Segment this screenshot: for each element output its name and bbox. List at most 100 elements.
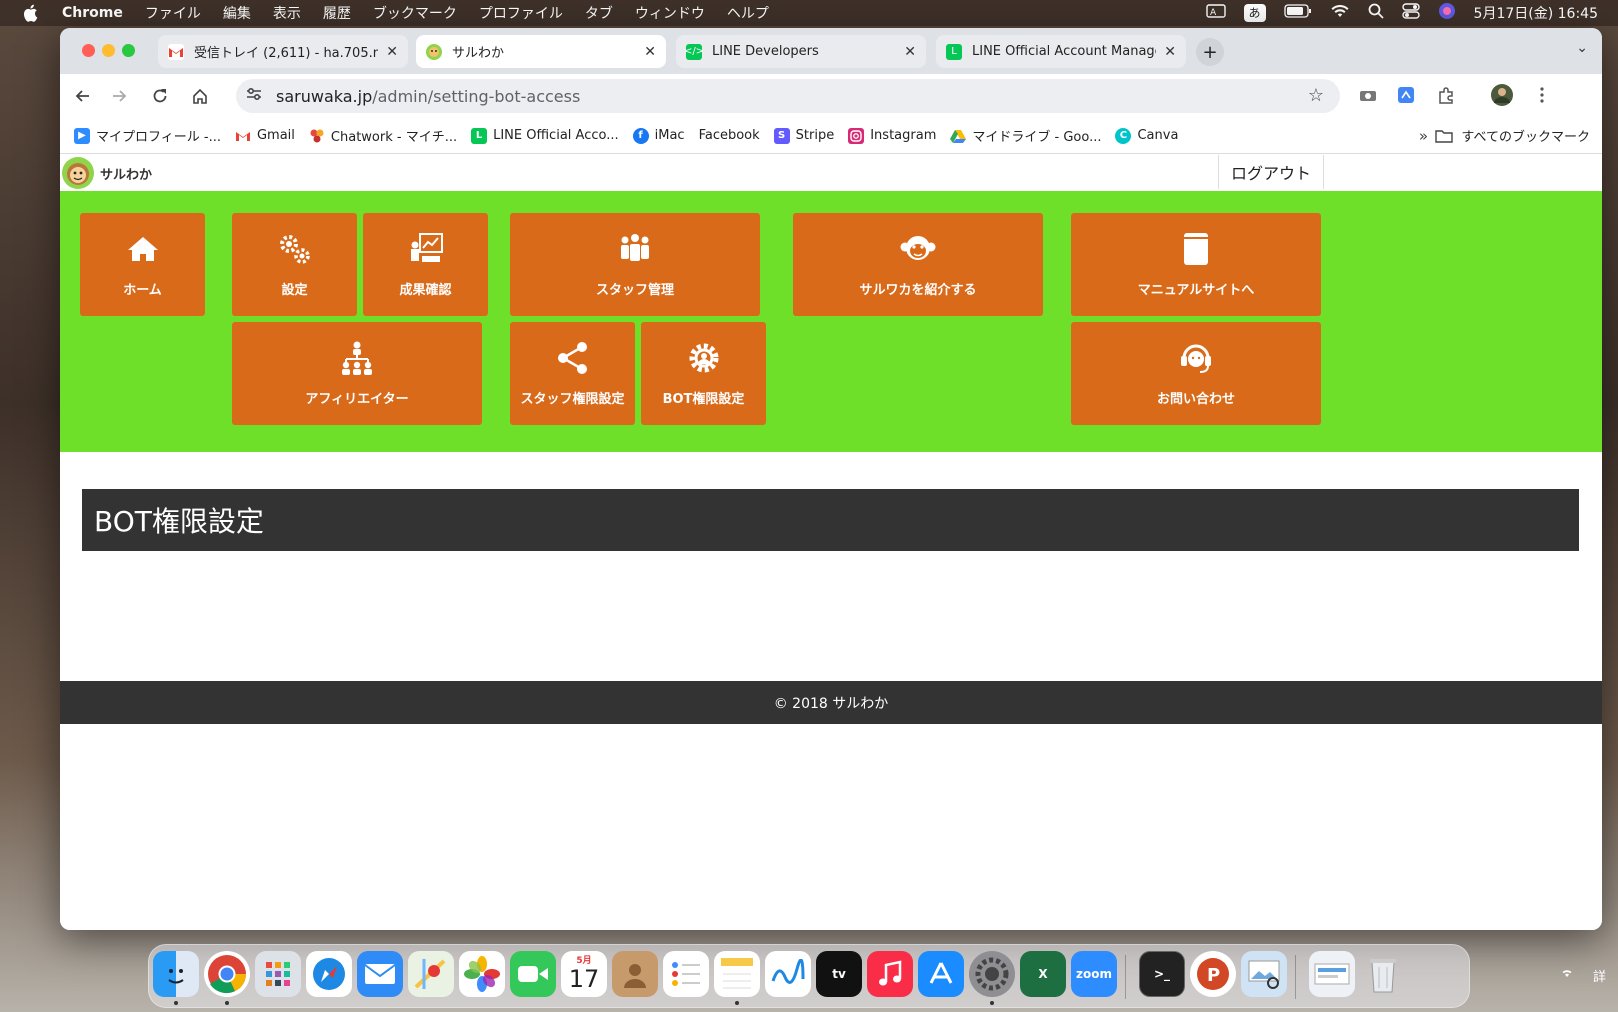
tab-close-icon[interactable]: ✕ [644,44,656,60]
bookmark-google-drive[interactable]: マイドライブ - Goo... [950,126,1101,145]
tab-close-icon[interactable]: ✕ [386,44,398,60]
safari-icon[interactable] [306,951,352,997]
nav-tile-contact[interactable]: お問い合わせ [1071,322,1321,425]
nav-tile-affiliate[interactable]: アフィリエイター [232,322,482,425]
nav-tile-manual[interactable]: マニュアルサイトへ [1071,213,1321,316]
tab-saruwaka[interactable]: サルわか ✕ [416,35,666,68]
menu-view[interactable]: 表示 [273,3,301,23]
menu-window[interactable]: ウィンドウ [635,3,705,23]
new-tab-button[interactable]: + [1196,38,1224,66]
window-close-button[interactable] [82,44,95,57]
site-logo[interactable]: サルわか [62,157,152,189]
nav-tile-staff-permission[interactable]: スタッフ権限設定 [510,322,635,425]
menu-profile[interactable]: プロファイル [479,3,563,23]
preview-icon[interactable] [1241,951,1287,997]
spotlight-search-icon[interactable] [1368,3,1384,23]
excel-icon[interactable]: X [1020,951,1066,997]
reminders-icon[interactable] [663,951,709,997]
nav-tile-staff[interactable]: スタッフ管理 [510,213,760,316]
apple-tv-icon[interactable]: tv [816,951,862,997]
photos-icon[interactable] [459,951,505,997]
zoom-icon[interactable]: zoom [1071,951,1117,997]
address-bar[interactable]: saruwaka.jp/admin/setting-bot-access ☆ [236,79,1340,113]
bookmark-instagram[interactable]: Instagram [848,127,936,144]
bookmark-gmail[interactable]: Gmail [234,127,295,144]
terminal-icon[interactable]: >_ [1139,951,1185,997]
keyboard-indicator-icon[interactable]: A [1205,4,1226,22]
mail-icon[interactable] [357,951,403,997]
music-icon[interactable] [867,951,913,997]
bookmark-canva[interactable]: C Canva [1115,127,1178,144]
bookmark-chatwork[interactable]: Chatwork - マイチ... [308,126,457,145]
tab-close-icon[interactable]: ✕ [1164,44,1176,60]
logout-button[interactable]: ログアウト [1218,155,1324,189]
trash-icon[interactable] [1360,951,1406,997]
running-indicator [225,1001,229,1005]
bookmark-label: Facebook [698,128,760,143]
screenshot-camera-icon[interactable] [1356,83,1380,107]
instagram-icon [848,127,865,144]
app-store-icon[interactable] [918,951,964,997]
powerpoint-icon[interactable]: P [1190,951,1236,997]
system-settings-icon[interactable] [969,951,1015,997]
nav-tile-home[interactable]: ホーム [80,213,205,316]
chrome-window: 受信トレイ (2,611) - ha.705.na ✕ サルわか ✕ </> L… [60,28,1602,930]
profile-avatar[interactable] [1490,83,1514,107]
facetime-icon[interactable] [510,951,556,997]
nav-tile-label: BOT権限設定 [662,392,745,407]
home-button[interactable] [186,82,214,110]
menu-help[interactable]: ヘルプ [727,3,769,23]
nav-tile-introduce[interactable]: サルワカを紹介する [793,213,1043,316]
chrome-icon[interactable] [204,951,250,997]
tab-line-official-account[interactable]: L LINE Official Account Manage ✕ [936,35,1186,68]
extensions-puzzle-icon[interactable] [1434,83,1458,107]
tab-close-icon[interactable]: ✕ [904,44,916,60]
bookmark-line-official[interactable]: L LINE Official Acco... [471,127,619,144]
apple-menu-icon[interactable] [22,3,42,23]
launchpad-icon[interactable] [255,951,301,997]
all-bookmarks-folder[interactable]: すべてのブックマーク [1435,126,1590,145]
menu-history[interactable]: 履歴 [323,3,351,23]
menu-file[interactable]: ファイル [145,3,201,23]
extension-translate-icon[interactable] [1394,83,1418,107]
bookmark-imac[interactable]: f iMac [632,127,685,144]
contacts-icon[interactable] [612,951,658,997]
site-info-icon[interactable] [246,87,266,105]
bookmark-my-profile[interactable]: ▶ マイプロフィール -... [74,126,221,145]
tab-search-chevron-icon[interactable]: ⌄ [1576,40,1588,56]
bookmark-stripe[interactable]: S Stripe [773,127,835,144]
forward-button[interactable] [106,82,134,110]
window-zoom-button[interactable] [122,44,135,57]
tab-gmail[interactable]: 受信トレイ (2,611) - ha.705.na ✕ [158,35,408,68]
tab-line-developers[interactable]: </> LINE Developers ✕ [676,35,926,68]
wifi-icon[interactable] [1330,4,1350,22]
freeform-icon[interactable] [765,951,811,997]
calendar-icon[interactable]: 5月 17 [561,951,607,997]
url-text[interactable]: saruwaka.jp/admin/setting-bot-access [276,87,580,106]
control-center-icon[interactable] [1401,3,1420,23]
menu-bookmarks[interactable]: ブックマーク [373,3,457,23]
menu-tab[interactable]: タブ [585,3,613,23]
finder-icon[interactable] [153,951,199,997]
bookmark-star-icon[interactable]: ☆ [1308,85,1324,106]
siri-icon[interactable] [1438,2,1456,24]
input-method-indicator[interactable]: あ [1243,4,1266,22]
bookmark-facebook[interactable]: Facebook [699,128,760,143]
nav-tile-bot-permission[interactable]: BOT権限設定 [641,322,766,425]
nav-tile-settings[interactable]: 設定 [232,213,357,316]
bookmark-label: Stripe [795,128,835,143]
back-button[interactable] [68,82,96,110]
menubar-clock[interactable]: 5月17日(金) 16:45 [1474,3,1598,23]
active-app-name[interactable]: Chrome [62,5,123,21]
menu-edit[interactable]: 編集 [223,3,251,23]
downloads-stack-icon[interactable] [1309,951,1355,997]
maps-icon[interactable] [408,951,454,997]
window-minimize-button[interactable] [102,44,115,57]
more-bookmarks-chevron-icon[interactable]: » [1419,127,1428,145]
nav-tile-results[interactable]: 成果確認 [363,213,488,316]
chrome-menu-icon[interactable] [1530,83,1554,107]
reload-button[interactable] [146,82,174,110]
nav-tile-label: 設定 [281,283,308,298]
battery-icon[interactable] [1283,4,1312,22]
notes-icon[interactable] [714,951,760,997]
